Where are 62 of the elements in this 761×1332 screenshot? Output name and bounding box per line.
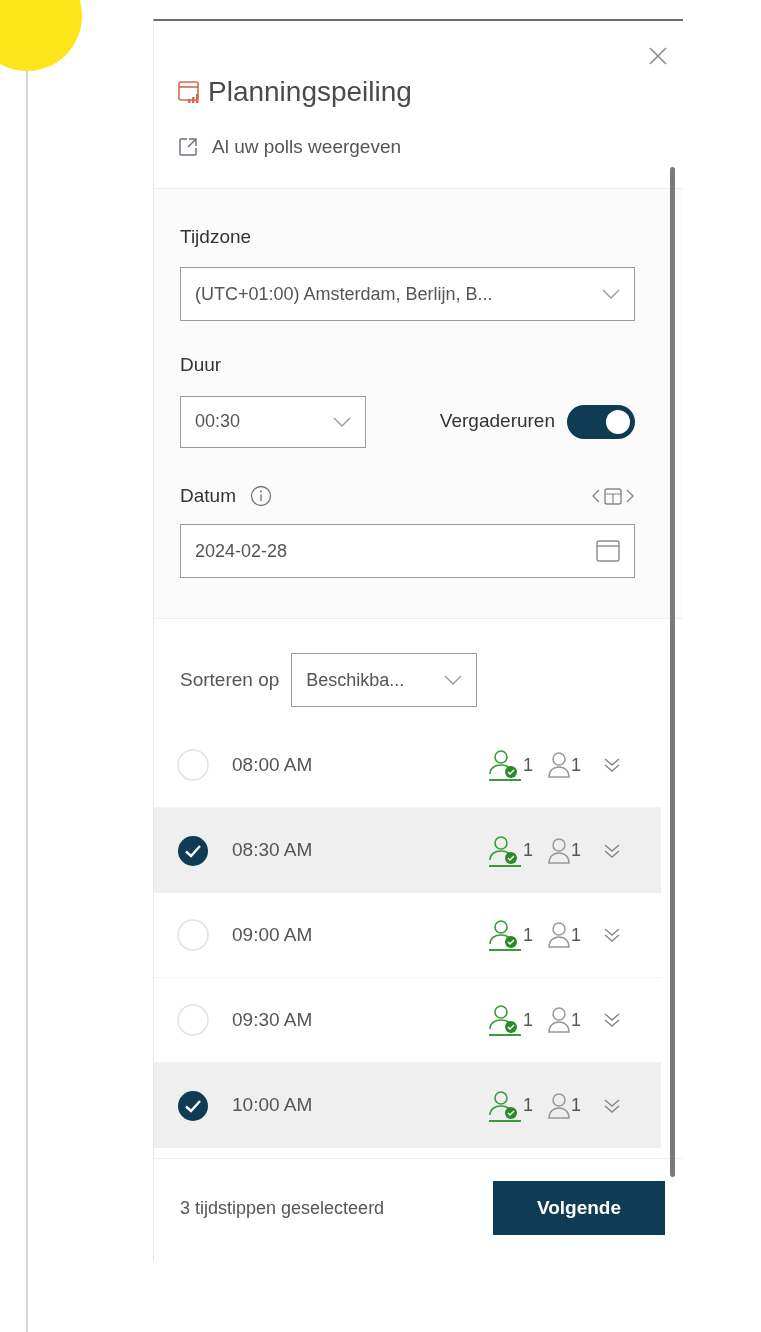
double-chevron-down-icon[interactable] — [603, 1011, 621, 1029]
chevron-down-icon — [333, 416, 351, 427]
time-label: 08:30 AM — [232, 838, 314, 863]
chevron-down-icon — [602, 289, 620, 299]
next-icon[interactable] — [625, 487, 635, 504]
attendee-count: 1 — [571, 1008, 581, 1032]
double-chevron-down-icon[interactable] — [603, 1096, 621, 1115]
selection-status: 3 tijdstippen geselecteerd — [180, 1196, 385, 1220]
time-slot-row[interactable]: 10:00 AM 1 1 — [154, 1063, 661, 1148]
attendee-count: 1 — [571, 1094, 581, 1117]
calendar-chart-icon — [178, 79, 202, 105]
person-icon — [547, 1091, 571, 1120]
meeting-hours-toggle[interactable] — [567, 404, 635, 439]
double-chevron-down-icon[interactable] — [603, 756, 621, 774]
time-label: 09:30 AM — [232, 1007, 314, 1032]
close-icon[interactable] — [647, 45, 669, 67]
attendee-count: 1 — [571, 753, 581, 777]
person-icon — [547, 1006, 571, 1034]
available-count: 1 — [522, 839, 533, 862]
person-icon — [547, 921, 571, 949]
info-icon[interactable] — [249, 484, 272, 507]
attendee-count: 1 — [571, 923, 581, 947]
duration-label: Duur — [180, 353, 223, 377]
available-person-icon — [486, 1003, 523, 1037]
radio-button[interactable] — [176, 1003, 210, 1037]
available-count: 1 — [522, 1008, 533, 1032]
timezone-label: Tijdzone — [180, 224, 253, 249]
meeting-hours-label: Vergaderuren — [439, 409, 555, 434]
panel-title: Planningspeiling — [208, 75, 412, 109]
double-chevron-down-icon[interactable] — [603, 926, 621, 944]
date-label: Datum — [180, 483, 236, 508]
previous-icon[interactable] — [591, 487, 601, 504]
attendee-count: 1 — [571, 839, 581, 862]
external-link-icon — [178, 137, 198, 158]
time-label: 08:00 AM — [232, 752, 314, 777]
available-person-icon — [486, 748, 523, 782]
radio-button[interactable] — [176, 918, 210, 952]
time-slot-row[interactable]: 08:30 AM 1 1 — [154, 808, 661, 893]
person-icon — [547, 751, 571, 779]
timezone-dropdown[interactable]: (UTC+01:00) Amsterdam, Berlijn, B... — [180, 267, 635, 321]
time-label: 10:00 AM — [232, 1093, 314, 1118]
chevron-down-icon — [444, 675, 463, 685]
checked-radio-icon[interactable] — [176, 1088, 210, 1123]
view-all-polls-link[interactable]: Al uw polls weergeven — [212, 133, 402, 162]
sort-dropdown[interactable]: Beschikba... — [291, 653, 478, 707]
duration-dropdown[interactable]: 00:30 — [180, 395, 366, 448]
available-count: 1 — [522, 753, 533, 777]
available-person-icon — [486, 833, 523, 868]
time-label: 09:00 AM — [232, 922, 314, 947]
person-icon — [547, 836, 571, 865]
date-field[interactable]: 2024-02-28 — [180, 524, 635, 578]
calendar-icon — [596, 540, 620, 562]
available-count: 1 — [522, 1094, 533, 1117]
available-person-icon — [486, 1088, 523, 1123]
sort-label: Sorteren op — [180, 667, 280, 692]
checked-radio-icon[interactable] — [176, 833, 210, 868]
available-count: 1 — [522, 923, 533, 947]
double-chevron-down-icon[interactable] — [603, 841, 621, 860]
calendar-today-icon[interactable] — [603, 485, 623, 506]
available-person-icon — [486, 918, 523, 952]
next-button[interactable]: Volgende — [493, 1181, 665, 1235]
radio-button[interactable] — [176, 748, 210, 782]
